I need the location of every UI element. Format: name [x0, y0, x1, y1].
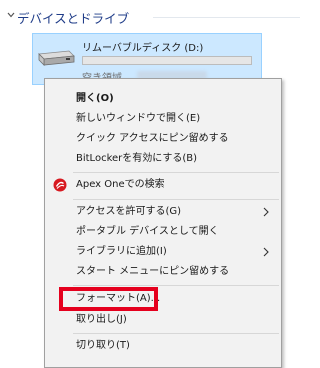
- context-menu: 開く(O) 新しいウィンドウで開く(E) クイック アクセスにピン留めする Bi…: [44, 78, 282, 368]
- devices-drives-header[interactable]: デバイスとドライブ: [0, 6, 300, 28]
- drive-name: リムーバブルディスク (D:): [82, 43, 204, 54]
- menu-item-open-portable-device[interactable]: ポータブル デバイスとして開く: [45, 222, 281, 242]
- menu-item-grant-access[interactable]: アクセスを許可する(G): [45, 202, 281, 222]
- chevron-down-icon[interactable]: [7, 11, 15, 19]
- menu-separator: [73, 333, 279, 334]
- apex-one-icon: [53, 178, 67, 192]
- menu-item-cut[interactable]: 切り取り(T): [45, 336, 281, 356]
- menu-separator: [73, 172, 279, 173]
- menu-item-open-new-window[interactable]: 新しいウィンドウで開く(E): [45, 109, 281, 129]
- menu-item-enable-bitlocker[interactable]: BitLockerを有効にする(B): [45, 149, 281, 169]
- section-title: デバイスとドライブ: [17, 11, 130, 26]
- menu-separator: [73, 199, 279, 200]
- format-highlight-box: [59, 287, 158, 311]
- menu-item-pin-quick-access[interactable]: クイック アクセスにピン留めする: [45, 129, 281, 149]
- chevron-right-icon: [263, 247, 269, 257]
- menu-item-add-to-library[interactable]: ライブラリに追加(I): [45, 242, 281, 262]
- menu-item-apex-one-scan[interactable]: Apex Oneでの検索: [45, 175, 281, 195]
- chevron-right-icon: [263, 207, 269, 217]
- menu-item-eject[interactable]: 取り出し(J): [45, 310, 281, 330]
- drive-usage-bar: [82, 56, 252, 65]
- menu-item-pin-to-start[interactable]: スタート メニューにピン留めする: [45, 262, 281, 282]
- section-divider: [153, 17, 300, 18]
- menu-item-open[interactable]: 開く(O): [45, 89, 281, 109]
- removable-drive-icon: [38, 50, 75, 66]
- menu-separator: [73, 285, 279, 286]
